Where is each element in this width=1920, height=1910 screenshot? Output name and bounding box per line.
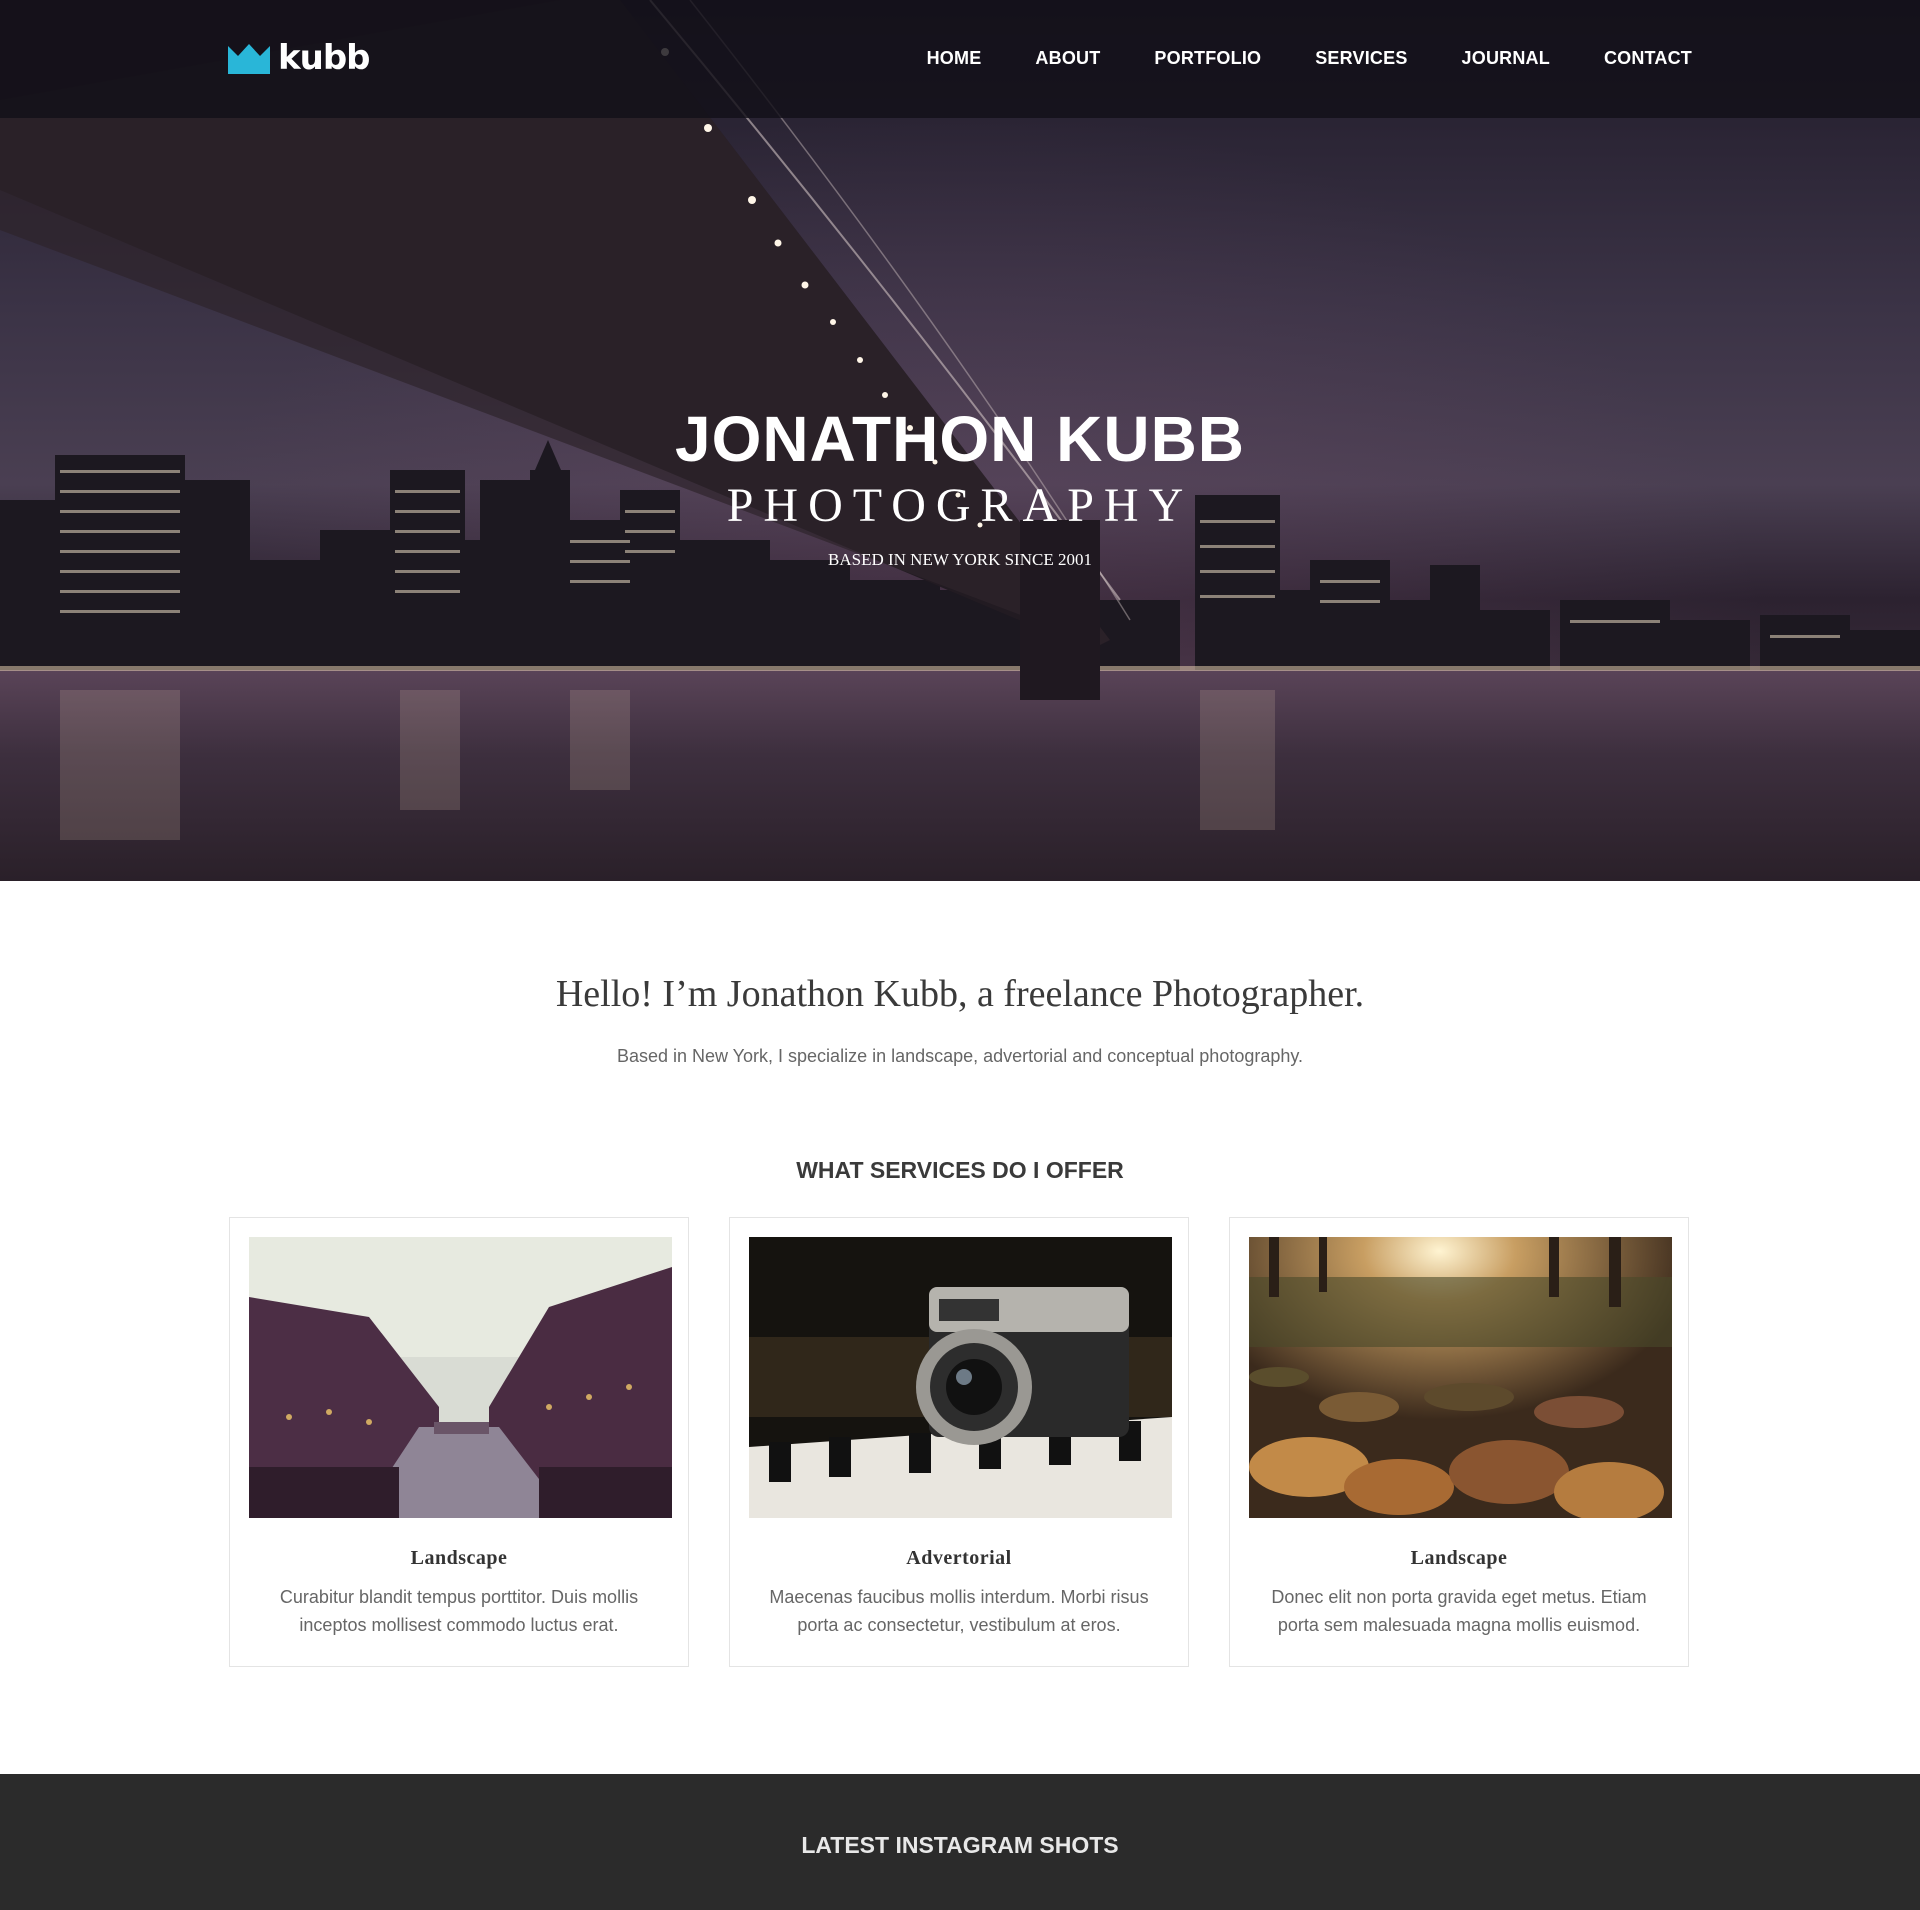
card-text: Donec elit non porta gravida eget metus.… xyxy=(1271,1587,1647,1635)
intro-text: Based in New York, I specialize in lands… xyxy=(616,1046,1304,1066)
card-title: Landscape xyxy=(1410,1547,1508,1569)
nav-item-journal[interactable]: JOURNAL xyxy=(1462,48,1550,69)
logo[interactable]: kubb xyxy=(228,38,370,78)
services-heading: WHAT SERVICES DO I OFFER xyxy=(796,1157,1124,1183)
hero-banner: kubb HOME ABOUT PORTFOLIO SERVICES JOURN… xyxy=(0,0,1920,881)
card-title: Advertorial xyxy=(906,1547,1012,1569)
vintage-camera-photo[interactable] xyxy=(749,1237,1172,1518)
nav-item-portfolio[interactable]: PORTFOLIO xyxy=(1154,48,1261,69)
nav-item-home[interactable]: HOME xyxy=(927,48,982,69)
autumn-leaves-photo[interactable] xyxy=(1249,1237,1672,1518)
hero-subtitle: PHOTOGRAPHY xyxy=(726,479,1194,532)
service-card-landscape[interactable]: Landscape Curabitur blandit tempus portt… xyxy=(229,1217,689,1667)
intro-heading: Hello! I’m Jonathon Kubb, a freelance Ph… xyxy=(555,973,1365,1015)
canal-city-photo[interactable] xyxy=(249,1237,672,1518)
card-text: Maecenas faucibus mollis interdum. Morbi… xyxy=(769,1587,1149,1635)
nav-item-contact[interactable]: CONTACT xyxy=(1604,48,1692,69)
main-nav: HOME ABOUT PORTFOLIO SERVICES JOURNAL CO… xyxy=(873,48,1692,69)
top-navbar: kubb HOME ABOUT PORTFOLIO SERVICES JOURN… xyxy=(0,0,1920,118)
card-text: Curabitur blandit tempus porttitor. Duis… xyxy=(279,1587,639,1635)
service-card-advertorial[interactable]: Advertorial Maecenas faucibus mollis int… xyxy=(729,1217,1189,1667)
service-card-landscape-2[interactable]: Landscape Donec elit non porta gravida e… xyxy=(1229,1217,1689,1667)
instagram-heading: LATEST INSTAGRAM SHOTS xyxy=(801,1832,1119,1858)
logo-text: kubb xyxy=(278,38,370,78)
hero-title: JONATHON KUBB xyxy=(674,403,1246,475)
hero-tagline: BASED IN NEW YORK SINCE 2001 xyxy=(828,550,1092,569)
nav-item-about[interactable]: ABOUT xyxy=(1035,48,1100,69)
crown-icon xyxy=(228,44,270,74)
nav-item-services[interactable]: SERVICES xyxy=(1315,48,1407,69)
card-title: Landscape xyxy=(410,1547,508,1569)
instagram-section: LATEST INSTAGRAM SHOTS xyxy=(0,1774,1920,1910)
